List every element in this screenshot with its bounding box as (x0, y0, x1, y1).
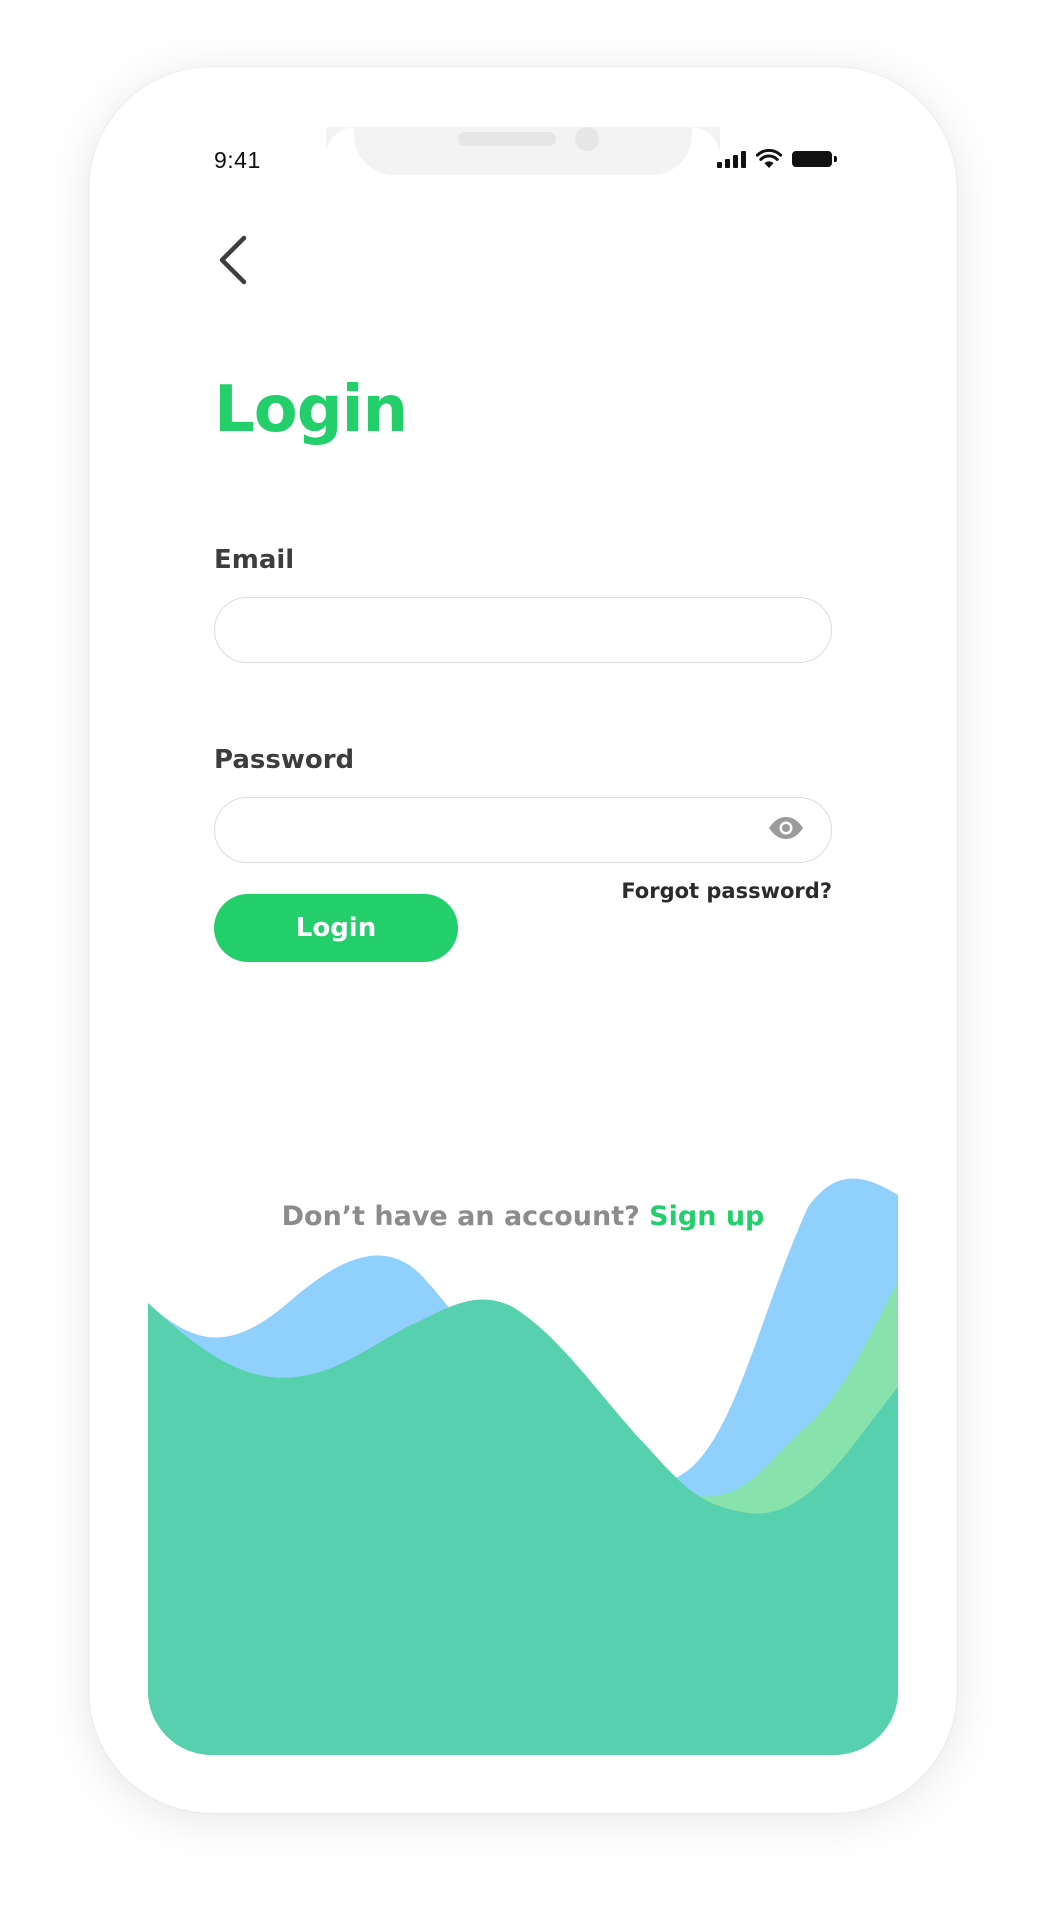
signup-prompt-text: Don’t have an account? (281, 1201, 640, 1232)
eye-icon (769, 817, 803, 839)
password-label: Password (214, 745, 355, 775)
status-time: 9:41 (214, 147, 261, 173)
page-title: Login (214, 373, 408, 447)
email-label: Email (214, 545, 295, 575)
chevron-left-icon (219, 235, 247, 285)
front-camera (575, 127, 599, 151)
show-password-toggle[interactable] (763, 811, 809, 845)
signup-link[interactable]: Sign up (649, 1201, 764, 1232)
signup-prompt: Don’t have an account? Sign up (148, 1201, 898, 1232)
back-button[interactable] (208, 227, 258, 293)
phone-screen: 9:41 Login Email Password Forgot passwor… (148, 127, 898, 1755)
status-icons (717, 149, 837, 169)
canvas: 9:41 Login Email Password Forgot passwor… (0, 0, 1046, 1920)
forgot-password-link[interactable]: Forgot password? (621, 879, 832, 903)
battery-icon (792, 151, 837, 167)
speaker-grille (458, 132, 556, 146)
login-button[interactable]: Login (214, 894, 458, 962)
wifi-icon (756, 149, 782, 168)
password-field[interactable] (214, 797, 832, 863)
cellular-signal-icon (717, 150, 746, 168)
email-field[interactable] (214, 597, 832, 663)
